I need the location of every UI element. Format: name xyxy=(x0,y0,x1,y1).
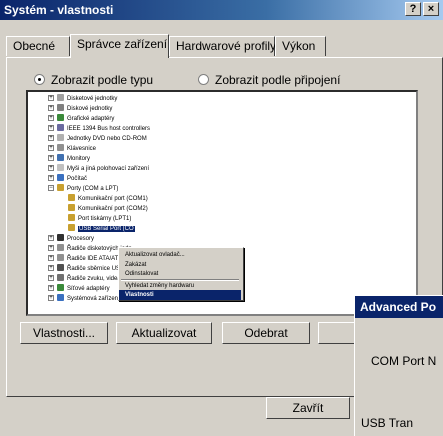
tree-item[interactable]: + Grafické adaptéry xyxy=(48,114,114,124)
tree-item[interactable]: + Klávesnice xyxy=(48,144,96,154)
print-button[interactable] xyxy=(318,322,358,344)
expand-icon: + xyxy=(48,145,54,151)
expand-icon: + xyxy=(48,115,54,121)
tree-item[interactable]: Komunikační port (COM1) xyxy=(68,194,148,204)
tab-hardware-profiles[interactable]: Hardwarové profily xyxy=(169,36,276,56)
expand-icon: + xyxy=(48,255,54,261)
close-button[interactable]: Zavřít xyxy=(266,397,350,419)
advanced-dialog-title-bar: Advanced Po xyxy=(355,296,443,318)
ieee1394-icon xyxy=(57,124,64,131)
advanced-dialog-title: Advanced Po xyxy=(360,300,437,314)
keyboard-icon xyxy=(57,144,64,151)
expand-icon: + xyxy=(48,105,54,111)
display-adapter-icon xyxy=(57,114,64,121)
monitor-icon xyxy=(57,154,64,161)
menu-item-uninstall[interactable]: Odinstalovat xyxy=(119,269,241,279)
usb-transfer-label: USB Tran xyxy=(361,416,414,430)
dvd-drive-icon xyxy=(57,134,64,141)
properties-button[interactable]: Vlastnosti... xyxy=(20,322,108,344)
radio-empty-icon xyxy=(198,74,209,85)
update-button[interactable]: Aktualizovat xyxy=(116,322,212,344)
tree-item[interactable]: + Myši a jiná polohovací zařízení xyxy=(48,164,149,174)
expand-icon: + xyxy=(48,125,54,131)
port-icon xyxy=(68,204,75,211)
radio-label: Zobrazit podle připojení xyxy=(215,73,341,87)
expand-icon: + xyxy=(48,155,54,161)
view-by-connection-radio[interactable]: Zobrazit podle připojení xyxy=(198,73,340,87)
tree-item[interactable]: + Monitory xyxy=(48,154,90,164)
context-menu: Aktualizovat ovladač... Zakázat Odinstal… xyxy=(118,247,244,301)
disk-drive-icon xyxy=(57,104,64,111)
remove-button[interactable]: Odebrat xyxy=(222,322,310,344)
network-adapter-icon xyxy=(57,284,64,291)
advanced-settings-dialog: Advanced Po COM Port N USB Tran xyxy=(354,295,443,436)
menu-item-properties[interactable]: Vlastnosti xyxy=(119,290,241,300)
expand-icon: + xyxy=(48,95,54,101)
tree-item[interactable]: + Řadiče IDE ATA/ATAPI xyxy=(48,254,128,264)
view-by-type-radio[interactable]: Zobrazit podle typu xyxy=(34,73,153,87)
tree-item[interactable]: + Jednotky DVD nebo CD-ROM xyxy=(48,134,147,144)
expand-icon: + xyxy=(48,245,54,251)
tree-item[interactable]: + Počítač xyxy=(48,174,87,184)
tree-item[interactable]: − Porty (COM a LPT) xyxy=(48,184,118,194)
menu-item-update-driver[interactable]: Aktualizovat ovladač... xyxy=(119,250,241,260)
sound-icon xyxy=(57,274,64,281)
expand-icon: + xyxy=(48,165,54,171)
tab-performance[interactable]: Výkon xyxy=(275,36,326,56)
help-button[interactable]: ? xyxy=(405,2,421,16)
tree-item[interactable]: + Diskové jednotky xyxy=(48,104,112,114)
tree-item[interactable]: + Procesory xyxy=(48,234,94,244)
port-icon xyxy=(68,214,75,221)
usb-controller-icon xyxy=(57,264,64,271)
expand-icon: + xyxy=(48,235,54,241)
expand-icon: + xyxy=(48,135,54,141)
tree-item-selected[interactable]: USB Serial Port (CO xyxy=(68,224,135,234)
floppy-controller-icon xyxy=(57,244,64,251)
system-properties-window: Systém - vlastnosti ? × Obecné Správce z… xyxy=(0,0,443,436)
tree-item[interactable]: + Disketové jednotky xyxy=(48,94,117,104)
ide-controller-icon xyxy=(57,254,64,261)
title-bar: Systém - vlastnosti ? × xyxy=(0,0,443,20)
expand-icon: + xyxy=(48,285,54,291)
collapse-icon: − xyxy=(48,185,54,191)
tree-item[interactable]: Komunikační port (COM2) xyxy=(68,204,148,214)
tab-device-manager[interactable]: Správce zařízení xyxy=(70,34,169,58)
radio-selected-icon xyxy=(34,74,45,85)
expand-icon: + xyxy=(48,265,54,271)
processor-icon xyxy=(57,234,64,241)
tree-item[interactable]: + IEEE 1394 Bus host controllers xyxy=(48,124,150,134)
expand-icon: + xyxy=(48,275,54,281)
mouse-icon xyxy=(57,164,64,171)
port-icon xyxy=(57,184,64,191)
tree-item[interactable]: + Řadiče sběrnice USB xyxy=(48,264,124,274)
port-icon xyxy=(68,224,75,231)
tree-item[interactable]: + Systémová zařízení xyxy=(48,294,120,304)
expand-icon: + xyxy=(48,175,54,181)
tree-item[interactable]: + Síťové adaptéry xyxy=(48,284,110,294)
window-title: Systém - vlastnosti xyxy=(4,3,114,17)
port-icon xyxy=(68,194,75,201)
close-icon[interactable]: × xyxy=(423,2,439,16)
floppy-drive-icon xyxy=(57,94,64,101)
tab-general[interactable]: Obecné xyxy=(6,36,70,56)
radio-label: Zobrazit podle typu xyxy=(51,73,154,87)
expand-icon: + xyxy=(48,295,54,301)
system-device-icon xyxy=(57,294,64,301)
computer-icon xyxy=(57,174,64,181)
com-port-number-label: COM Port N xyxy=(371,354,437,368)
tree-item[interactable]: Port tiskárny (LPT1) xyxy=(68,214,131,224)
